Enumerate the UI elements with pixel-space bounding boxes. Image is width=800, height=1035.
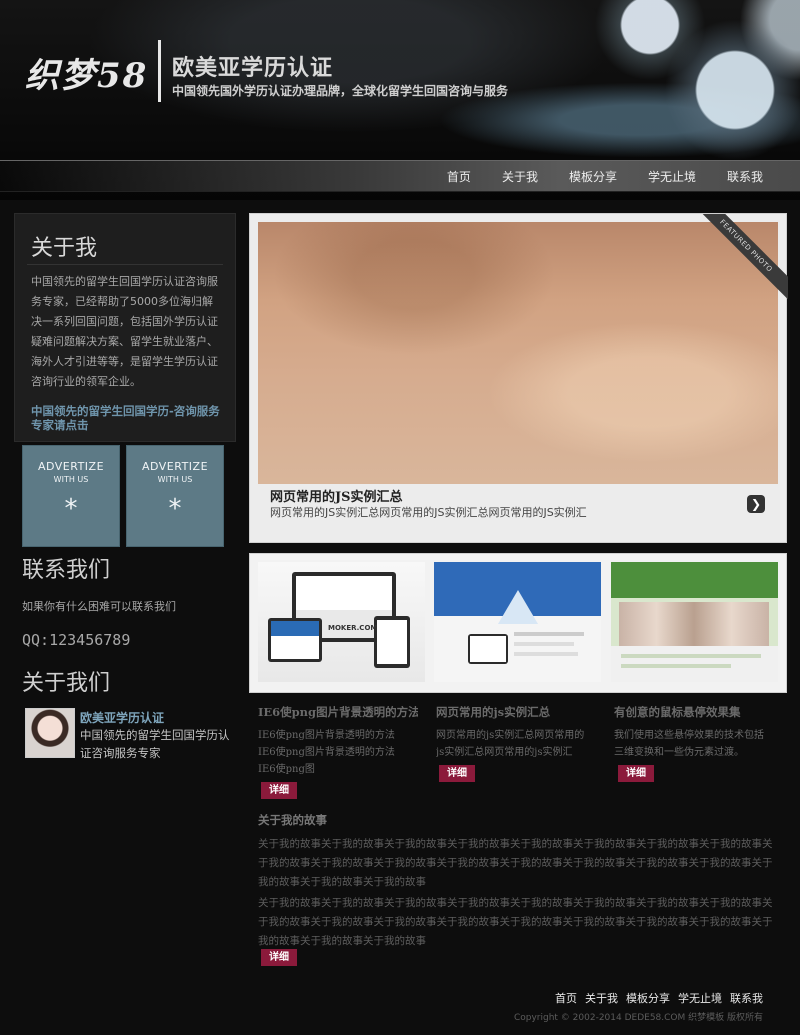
advertise-line2: WITH US: [53, 475, 89, 484]
about-me-text: 中国领先的留学生回国学历认证咨询服务专家，已经帮助了5000多位海归解决一系列回…: [31, 275, 218, 388]
nav-item-templates[interactable]: 模板分享: [569, 168, 617, 185]
logo-divider: [158, 40, 161, 102]
story-paragraph-2: 关于我的故事关于我的故事关于我的故事关于我的故事关于我的故事关于我的故事关于我的…: [258, 897, 773, 947]
about-us-desc: 中国领先的留学生回国学历认证咨询服务专家: [80, 728, 230, 760]
avatar: [25, 708, 75, 758]
thumbnail-website-green[interactable]: [611, 562, 778, 682]
featured-slider: FEATURED PHOTO 网页常用的JS实例汇总 网页常用的JS实例汇总网页…: [249, 213, 788, 543]
phone-mockup: [374, 616, 410, 668]
article-title-1[interactable]: IE6使png图片背景透明的方法: [258, 704, 418, 720]
article-desc-2: 网页常用的js实例汇总网页常用的js实例汇总网页常用的js实例汇: [436, 730, 585, 758]
advertise-line1: ADVERTIZE: [37, 460, 105, 473]
tablet-mockup: [268, 618, 322, 662]
site-title: 欧美亚学历认证: [172, 56, 334, 81]
advertise-box-2[interactable]: ADVERTIZE WITH US *: [126, 445, 224, 547]
ribbon-label: FEATURED PHOTO: [698, 214, 788, 302]
qq-number: QQ:123456789: [22, 631, 131, 649]
nav-item-contact[interactable]: 联系我: [727, 168, 763, 185]
detail-button-2[interactable]: 详细: [439, 765, 475, 782]
detail-button-3[interactable]: 详细: [618, 765, 654, 782]
nav-item-home[interactable]: 首页: [447, 168, 471, 185]
thumbnail-strip: MOKER.COM: [249, 553, 787, 693]
site-header: 织梦58 欧美亚学历认证 中国领先国外学历认证办理品牌，全球化留学生回国咨询与服…: [0, 0, 800, 200]
article-desc-3: 我们使用这些悬停效果的技术包括三维变换和一些伪元素过渡。: [614, 730, 764, 758]
article-title-3[interactable]: 有创意的鼠标悬停效果集: [614, 704, 774, 720]
divider: [27, 264, 223, 265]
main-nav: 首页 关于我 模板分享 学无止境 联系我: [416, 161, 763, 191]
about-us-title: 关于我们: [22, 671, 111, 696]
story-detail-button[interactable]: 详细: [261, 949, 297, 966]
featured-desc: 网页常用的JS实例汇总网页常用的JS实例汇总网页常用的JS实例汇: [270, 506, 587, 519]
footer-nav: 首页 关于我 模板分享 学无止境 联系我: [547, 990, 763, 1006]
article-title-2[interactable]: 网页常用的js实例汇总: [436, 704, 596, 720]
main-nav-bar: 首页 关于我 模板分享 学无止境 联系我: [0, 160, 800, 192]
advertise-box-1[interactable]: ADVERTIZE WITH US *: [22, 445, 120, 547]
moker-label: MOKER.COM: [328, 624, 378, 632]
triangle-graphic: [498, 590, 538, 624]
featured-ribbon: FEATURED PHOTO: [698, 214, 788, 304]
thumbnail-devices[interactable]: MOKER.COM: [258, 562, 425, 682]
about-us-name[interactable]: 欧美亚学历认证: [80, 709, 164, 726]
asterisk-icon: *: [168, 494, 182, 524]
footer-nav-templates[interactable]: 模板分享: [626, 990, 670, 1006]
featured-title[interactable]: 网页常用的JS实例汇总: [270, 486, 403, 505]
thumbnail-website-blue[interactable]: [434, 562, 601, 682]
footer-nav-contact[interactable]: 联系我: [730, 990, 763, 1006]
monitor-mockup: [468, 634, 508, 664]
footer-nav-learning[interactable]: 学无止境: [678, 990, 722, 1006]
about-me-link[interactable]: 中国领先的留学生回国学历-咨询服务专家请点击: [31, 404, 221, 432]
story-title[interactable]: 关于我的故事: [258, 812, 327, 828]
detail-button-1[interactable]: 详细: [261, 782, 297, 799]
footer-nav-home[interactable]: 首页: [555, 990, 577, 1006]
chevron-right-icon[interactable]: ❯: [747, 495, 765, 513]
article-desc-1: IE6使png图片背景透明的方法IE6使png图片背景透明的方法IE6使png图: [258, 730, 395, 775]
nav-item-learning[interactable]: 学无止境: [648, 168, 696, 185]
copyright: Copyright © 2002-2014 DEDE58.COM 织梦模板 版权…: [513, 1013, 763, 1023]
footer-nav-about[interactable]: 关于我: [585, 990, 618, 1006]
site-subtitle: 中国领先国外学历认证办理品牌，全球化留学生回国咨询与服务: [172, 84, 509, 98]
asterisk-icon: *: [64, 494, 78, 524]
about-me-title: 关于我: [31, 236, 98, 261]
story-paragraph-1: 关于我的故事关于我的故事关于我的故事关于我的故事关于我的故事关于我的故事关于我的…: [258, 838, 773, 888]
advertise-line1: ADVERTIZE: [141, 460, 209, 473]
about-me-box: 关于我 中国领先的留学生回国学历认证咨询服务专家，已经帮助了5000多位海归解决…: [14, 213, 236, 442]
contact-title: 联系我们: [22, 558, 111, 583]
nav-item-about[interactable]: 关于我: [502, 168, 538, 185]
photo-strip: [619, 602, 769, 646]
site-logo[interactable]: 织梦58: [25, 48, 148, 97]
contact-text: 如果你有什么困难可以联系我们: [22, 600, 176, 613]
advertise-line2: WITH US: [157, 475, 193, 484]
